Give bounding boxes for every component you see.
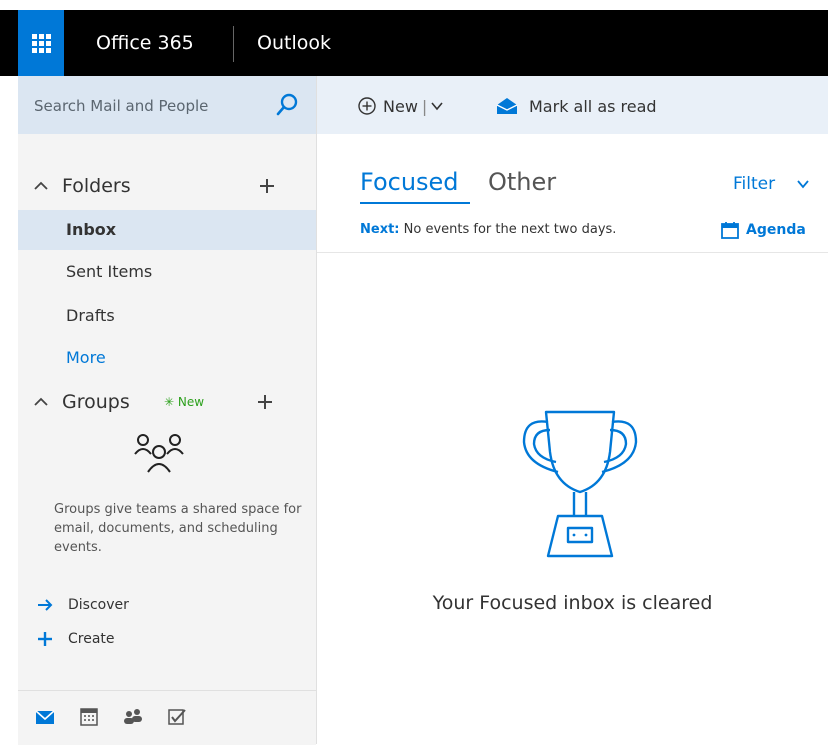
calendar-icon[interactable]	[78, 707, 100, 727]
tab-focused[interactable]: Focused	[360, 168, 459, 196]
top-bar: Office 365 Outlook	[0, 0, 828, 76]
mark-all-read-label: Mark all as read	[529, 96, 657, 116]
folders-header[interactable]: Folders	[18, 166, 316, 206]
chevron-down-icon[interactable]	[431, 101, 443, 111]
arrow-right-icon	[38, 599, 53, 611]
folder-label: Inbox	[66, 220, 117, 239]
add-circle-icon	[358, 97, 376, 115]
new-badge: ✳ New	[164, 395, 204, 409]
agenda-label: Agenda	[746, 222, 806, 238]
command-bar: New | Mark all as read	[317, 76, 828, 134]
search-icon[interactable]	[274, 92, 300, 118]
folder-drafts[interactable]: Drafts	[18, 296, 316, 336]
add-folder-icon[interactable]	[258, 177, 276, 195]
groups-icon	[134, 434, 184, 473]
discover-label: Discover	[68, 597, 129, 613]
search-input[interactable]	[32, 93, 266, 119]
open-envelope-icon	[496, 98, 518, 114]
more-label: More	[66, 348, 106, 367]
app-name[interactable]: Outlook	[257, 10, 331, 76]
folder-label: Sent Items	[66, 262, 153, 281]
mail-icon[interactable]	[34, 707, 56, 727]
app-launcher-button[interactable]	[18, 10, 64, 76]
list-divider	[317, 252, 828, 253]
groups-description: Groups give teams a shared space for ema…	[54, 502, 302, 555]
new-label: New	[383, 96, 418, 116]
module-switcher	[18, 690, 316, 745]
calendar-icon	[721, 222, 739, 239]
new-message-button[interactable]: New |	[357, 94, 443, 118]
filter-button[interactable]: Filter	[733, 174, 775, 194]
header-divider	[233, 26, 234, 62]
groups-heading: Groups	[62, 391, 130, 413]
next-label: Next:	[360, 222, 400, 237]
new-badge-label: New	[177, 395, 205, 409]
folder-sent-items[interactable]: Sent Items	[18, 252, 316, 292]
agenda-button[interactable]: Agenda	[720, 220, 806, 240]
folder-inbox[interactable]: Inbox	[18, 210, 316, 250]
trophy-icon	[522, 410, 638, 558]
empty-inbox-message: Your Focused inbox is cleared	[432, 592, 713, 614]
chevron-up-icon[interactable]	[32, 393, 50, 411]
mark-all-read-button[interactable]: Mark all as read	[495, 94, 657, 118]
tab-other[interactable]: Other	[488, 168, 556, 196]
tasks-icon[interactable]	[166, 707, 188, 727]
create-group-link[interactable]: Create	[18, 624, 316, 654]
create-label: Create	[68, 631, 115, 647]
more-folders-link[interactable]: More	[18, 338, 316, 378]
folder-label: Drafts	[66, 306, 115, 325]
add-group-icon[interactable]	[256, 393, 274, 411]
app-launcher-icon	[31, 33, 51, 53]
sparkle-icon: ✳	[164, 395, 175, 409]
active-tab-indicator	[360, 202, 470, 204]
discover-groups-link[interactable]: Discover	[18, 590, 316, 620]
search-box[interactable]	[18, 76, 316, 134]
next-event-text: No events for the next two days.	[403, 222, 617, 237]
folders-heading: Folders	[62, 175, 131, 197]
left-navigation-pane: Folders Inbox Sent Items Drafts More Gro…	[18, 76, 317, 745]
brand-name[interactable]: Office 365	[96, 10, 194, 76]
chevron-down-icon[interactable]	[797, 179, 809, 189]
new-separator: |	[421, 96, 428, 116]
plus-icon	[38, 632, 52, 646]
next-event-notice: Next: No events for the next two days.	[360, 222, 616, 237]
people-icon[interactable]	[122, 707, 144, 727]
groups-header[interactable]: Groups ✳ New	[18, 382, 316, 422]
chevron-up-icon[interactable]	[32, 177, 50, 195]
